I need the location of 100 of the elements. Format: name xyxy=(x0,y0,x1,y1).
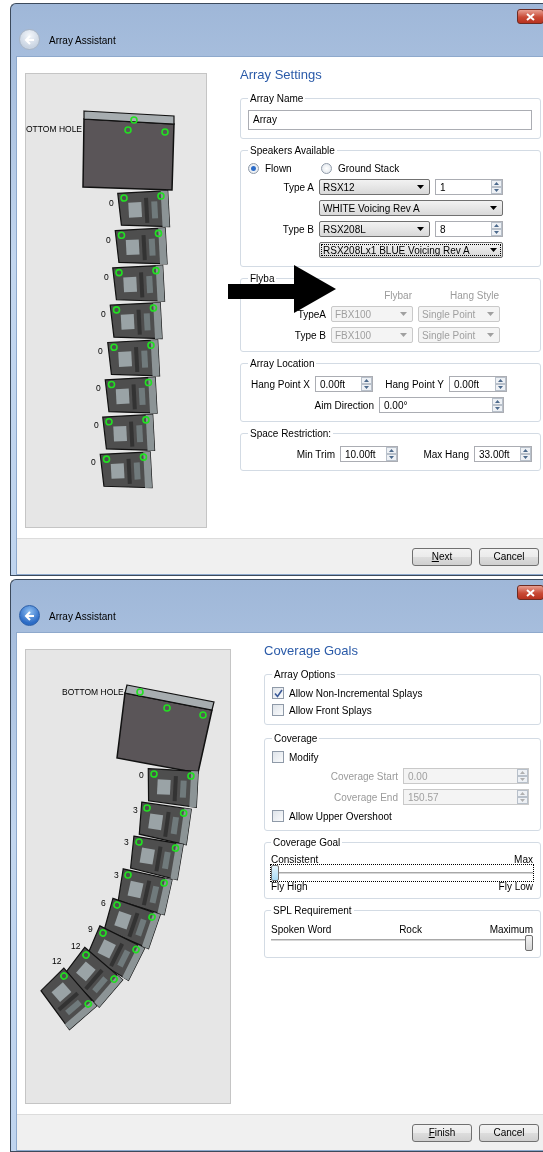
primary-button[interactable]: Finish xyxy=(412,1123,472,1142)
splay-label: 9 xyxy=(88,924,93,934)
caret-icon xyxy=(400,312,407,316)
coverage-goal-slider[interactable] xyxy=(271,865,533,881)
number-field[interactable]: 0.00° xyxy=(379,397,504,413)
checkbox-label: Modify xyxy=(289,751,319,763)
checkbox[interactable] xyxy=(272,810,284,822)
field-label: TypeA xyxy=(296,308,326,320)
caret-icon xyxy=(490,206,497,210)
group-title: Array Location xyxy=(249,358,316,369)
close-button[interactable] xyxy=(517,585,543,600)
spin-buttons[interactable] xyxy=(520,447,531,461)
spl-slider[interactable] xyxy=(271,935,533,951)
close-icon xyxy=(526,12,535,21)
number-field[interactable]: 0.00ft xyxy=(449,376,507,392)
group-title: Speakers Available xyxy=(249,145,336,156)
checkbox-label: Allow Non-Incremental Splays xyxy=(289,687,423,699)
splay-label: 3 xyxy=(124,837,129,847)
splay-label: 0 xyxy=(101,309,106,319)
group-title: Array Options xyxy=(273,669,337,680)
splay-label: 6 xyxy=(101,898,106,908)
field-label: Aim Direction xyxy=(313,399,374,411)
field-label: Hang Point X xyxy=(250,378,310,390)
number-field[interactable]: 1 xyxy=(435,179,503,195)
checkbox-label: Allow Upper Overshoot xyxy=(289,810,392,822)
radio-button[interactable] xyxy=(248,163,259,174)
group-title: Array Name xyxy=(249,93,305,104)
spin-buttons[interactable] xyxy=(361,377,372,391)
slider-label: Spoken Word xyxy=(271,924,332,935)
speaker-cabinet-drawing xyxy=(114,227,168,265)
spin-buttons[interactable] xyxy=(386,447,397,461)
cancel-button[interactable]: Cancel xyxy=(479,1123,539,1142)
slider-label: Rock xyxy=(399,924,422,935)
dropdown[interactable]: WHITE Voicing Rev A xyxy=(319,200,503,216)
group-title: Coverage Goal xyxy=(272,837,342,848)
field-label: Coverage Start xyxy=(329,770,398,782)
spin-buttons[interactable] xyxy=(491,222,502,236)
slider-thumb[interactable] xyxy=(525,935,533,951)
slider-thumb[interactable] xyxy=(271,865,279,881)
field-label: Type A xyxy=(282,181,314,193)
page-heading: Coverage Goals xyxy=(264,643,359,659)
spin-buttons[interactable] xyxy=(492,398,503,412)
cancel-button[interactable]: Cancel xyxy=(479,547,539,566)
splay-label: 3 xyxy=(133,805,138,815)
caret-icon xyxy=(487,333,494,337)
caret-icon xyxy=(487,312,494,316)
caret-icon xyxy=(417,185,424,189)
group-title: Space Restriction: xyxy=(249,428,333,439)
speaker-cabinet-drawing xyxy=(104,376,158,414)
splay-label: 0 xyxy=(98,346,103,356)
slider-label: Max xyxy=(514,854,533,865)
splay-label: 3 xyxy=(114,870,119,880)
caret-icon xyxy=(417,227,424,231)
hole-label: BOTTOM HOLE xyxy=(62,687,124,697)
splay-label: 0 xyxy=(106,235,111,245)
dropdown[interactable]: RSX208Lx1 BLUE Voicing Rev A xyxy=(319,242,503,258)
caret-icon xyxy=(400,333,407,337)
array-name-field[interactable]: Array xyxy=(248,110,532,130)
hole-label: OTTOM HOLE xyxy=(26,124,83,134)
splay-label: 0 xyxy=(96,383,101,393)
field-label: Max Hang xyxy=(422,448,469,460)
dropdown[interactable]: RSX208L xyxy=(319,221,430,237)
column-header: Flybar xyxy=(383,290,412,301)
slider-label: Consistent xyxy=(271,854,319,865)
checkbox-label: Allow Front Splays xyxy=(289,704,372,716)
radio-label: Flown xyxy=(265,163,292,174)
window-title: Array Assistant xyxy=(49,611,116,622)
field-label: Type B xyxy=(281,223,314,235)
speaker-cabinet-drawing xyxy=(99,451,153,489)
radio-button[interactable] xyxy=(321,163,332,174)
slider-label: Maximum xyxy=(489,924,533,935)
back-arrow-icon xyxy=(24,34,35,45)
group-title: Flyba xyxy=(249,273,276,284)
field-label: Min Trim xyxy=(295,448,335,460)
number-field[interactable]: 8 xyxy=(435,221,503,237)
splay-label: 12 xyxy=(52,956,62,966)
speaker-cabinet-drawing xyxy=(107,339,161,377)
number-field[interactable]: 0.00ft xyxy=(315,376,373,392)
checkbox[interactable] xyxy=(272,704,284,716)
slider-label: Fly High xyxy=(271,881,308,892)
checkbox[interactable] xyxy=(272,687,284,699)
close-button[interactable] xyxy=(517,9,543,24)
dropdown[interactable]: RSX12 xyxy=(319,179,430,195)
close-icon xyxy=(526,588,535,597)
spin-buttons[interactable] xyxy=(491,180,502,194)
splay-label: 0 xyxy=(139,770,144,780)
column-header: Hang Style xyxy=(449,290,499,301)
splay-label: 0 xyxy=(91,457,96,467)
number-field[interactable]: 10.00ft xyxy=(340,446,398,462)
spin-buttons[interactable] xyxy=(495,377,506,391)
splay-label: 0 xyxy=(109,198,114,208)
number-field[interactable]: 33.00ft xyxy=(474,446,532,462)
speaker-cabinet-drawing xyxy=(109,301,163,340)
splay-label: 12 xyxy=(71,941,81,951)
field-label: Coverage End xyxy=(333,791,398,803)
checkbox[interactable] xyxy=(272,751,284,763)
speaker-cabinet-drawing xyxy=(40,967,98,1031)
primary-button[interactable]: Next xyxy=(412,547,472,566)
back-button[interactable] xyxy=(19,605,40,626)
caret-icon xyxy=(490,248,497,252)
